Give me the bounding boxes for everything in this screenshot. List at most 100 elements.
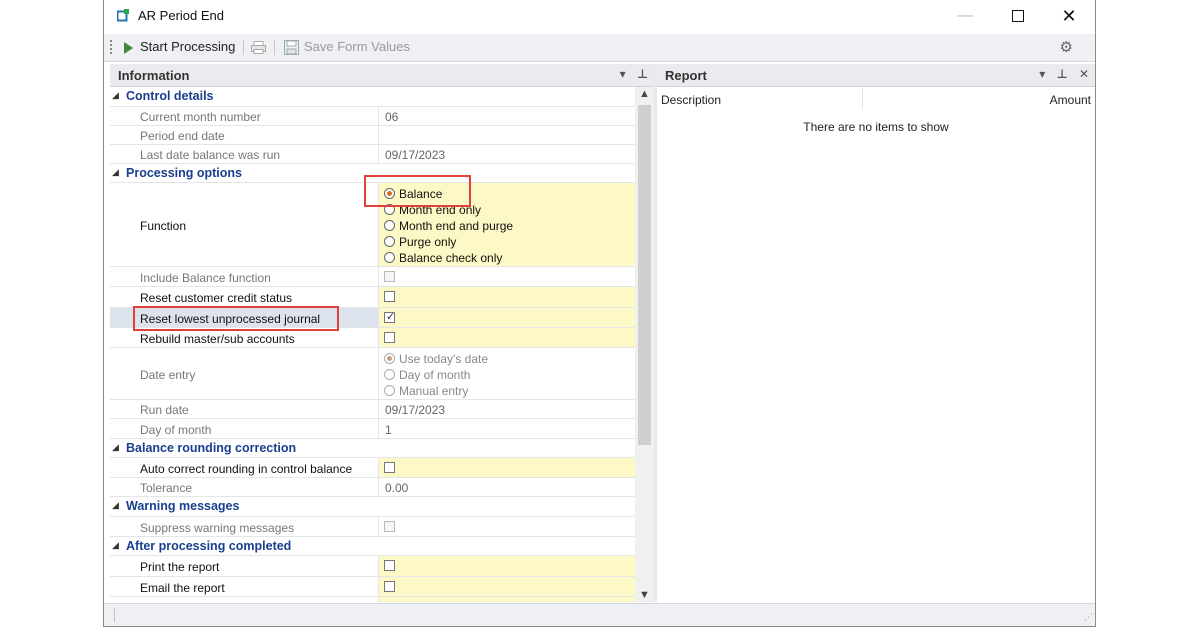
date-entry-radio-group: Use today's date Day of month Manual ent…	[379, 348, 635, 399]
maximize-button[interactable]	[995, 0, 1041, 32]
prop-label: Period end date	[140, 129, 225, 143]
play-icon[interactable]	[124, 42, 133, 54]
window-title: AR Period End	[138, 8, 224, 23]
prop-row[interactable]: Current month number 06	[110, 107, 635, 126]
collapse-icon[interactable]: ◢	[112, 500, 119, 511]
radio-balance-check-only[interactable]: Balance check only	[384, 251, 502, 265]
scroll-up-icon[interactable]: ▲	[639, 88, 650, 100]
category-balance-rounding[interactable]: ◢ Balance rounding correction	[110, 439, 635, 458]
category-after-processing[interactable]: ◢ After processing completed	[110, 537, 635, 556]
prop-label: Print the report	[140, 560, 220, 574]
start-processing-button[interactable]: Start Processing	[140, 39, 235, 54]
information-panel-header: Information ▾ ⊥	[110, 64, 654, 87]
prop-row[interactable]: Rebuild master/sub accounts	[110, 328, 635, 348]
email-report-checkbox[interactable]	[384, 581, 395, 592]
scrollbar-thumb[interactable]	[638, 105, 651, 445]
radio-icon	[384, 369, 395, 380]
app-window: AR Period End — ✕ Start Processing Save …	[103, 0, 1096, 627]
close-button[interactable]: ✕	[1046, 0, 1092, 32]
prop-row[interactable]: Period end date	[110, 126, 635, 145]
radio-purge-only[interactable]: Purge only	[384, 235, 456, 249]
prop-label: Date entry	[140, 368, 196, 382]
category-warning-messages[interactable]: ◢ Warning messages	[110, 497, 635, 517]
prop-row[interactable]: Tolerance 0.00	[110, 478, 635, 497]
radio-icon	[384, 252, 395, 263]
category-label: Warning messages	[126, 499, 240, 513]
prop-label: Function	[140, 219, 187, 233]
report-list: Description Amount There are no items to…	[657, 87, 1095, 602]
resize-grip-icon[interactable]: ⋰	[1084, 612, 1093, 623]
prop-row[interactable]: Day of month 1	[110, 419, 635, 439]
pin-icon[interactable]: ⊥	[637, 67, 648, 81]
checkmark-icon: ✓	[386, 311, 396, 323]
include-balance-checkbox[interactable]	[384, 271, 395, 282]
prop-label: Run date	[140, 403, 189, 417]
status-bar: ⋰	[104, 603, 1095, 626]
radio-icon	[384, 385, 395, 396]
prop-label: Email the report	[140, 581, 225, 595]
panel-dropdown-icon[interactable]: ▾	[1039, 67, 1045, 81]
highlight-box	[133, 306, 339, 331]
prop-value: 09/17/2023	[385, 148, 446, 162]
radio-icon	[384, 236, 395, 247]
prop-label: Suppress warning messages	[140, 521, 295, 535]
printer-icon[interactable]	[251, 41, 266, 54]
prop-label: Rebuild master/sub accounts	[140, 332, 295, 346]
rebuild-master-checkbox[interactable]	[384, 332, 395, 343]
prop-label: Auto correct rounding in control balance	[140, 462, 353, 476]
prop-row[interactable]: Last date balance was run 09/17/2023	[110, 145, 635, 164]
suppress-warnings-checkbox[interactable]	[384, 521, 395, 532]
prop-row-partial[interactable]	[110, 597, 635, 602]
highlight-box	[364, 175, 471, 207]
prop-value: 0.00	[385, 481, 409, 495]
radio-selected-icon	[384, 353, 395, 364]
category-label: Control details	[126, 89, 214, 103]
collapse-icon[interactable]: ◢	[112, 167, 119, 178]
category-control-details[interactable]: ◢ Control details	[110, 87, 635, 107]
radio-month-end-and-purge[interactable]: Month end and purge	[384, 219, 513, 233]
toolbar-separator	[274, 40, 275, 55]
category-label: Balance rounding correction	[126, 441, 297, 455]
report-panel-title: Report	[665, 68, 707, 83]
prop-row[interactable]: Auto correct rounding in control balance	[110, 458, 635, 478]
category-label: After processing completed	[126, 539, 292, 553]
prop-row[interactable]: Reset customer credit status	[110, 287, 635, 308]
collapse-icon[interactable]: ◢	[112, 540, 119, 551]
save-form-values-button[interactable]: Save Form Values	[304, 39, 410, 54]
prop-label: Day of month	[140, 423, 212, 437]
toolbar: Start Processing Save Form Values ⚙	[104, 34, 1095, 62]
collapse-icon[interactable]: ◢	[112, 442, 119, 453]
prop-value: 09/17/2023	[385, 403, 446, 417]
reset-journal-checkbox[interactable]: ✓	[384, 311, 396, 323]
print-report-checkbox[interactable]	[384, 560, 395, 571]
prop-value: 06	[385, 110, 399, 124]
minimize-button[interactable]: —	[942, 0, 988, 32]
prop-row[interactable]: Run date 09/17/2023	[110, 400, 635, 419]
scroll-down-icon[interactable]: ▼	[639, 589, 650, 601]
radio-manual-entry[interactable]: Manual entry	[384, 384, 468, 398]
toolbar-grip[interactable]	[110, 40, 114, 54]
vertical-scrollbar[interactable]: ▲ ▼	[635, 87, 654, 602]
prop-row[interactable]: Email the report	[110, 577, 635, 597]
prop-label: Current month number	[140, 110, 261, 124]
radio-use-todays-date[interactable]: Use today's date	[384, 352, 488, 366]
maximize-icon	[1012, 10, 1024, 22]
auto-correct-checkbox[interactable]	[384, 462, 395, 473]
panel-close-icon[interactable]: ✕	[1079, 67, 1089, 81]
settings-gear-icon[interactable]: ⚙	[1060, 38, 1073, 56]
collapse-icon[interactable]: ◢	[112, 90, 119, 101]
column-header-amount[interactable]: Amount	[1050, 93, 1091, 107]
prop-row[interactable]: Suppress warning messages	[110, 517, 635, 537]
prop-row-date-entry[interactable]: Date entry Use today's date Day of month…	[110, 348, 635, 400]
property-grid: ◢ Control details Current month number 0…	[110, 87, 635, 602]
save-icon[interactable]	[284, 40, 299, 55]
column-divider[interactable]	[862, 87, 863, 109]
panel-dropdown-icon[interactable]: ▾	[620, 67, 626, 81]
pin-icon[interactable]: ⊥	[1057, 67, 1068, 81]
report-panel-header: Report ▾ ⊥ ✕	[657, 64, 1095, 87]
prop-row[interactable]: Print the report	[110, 556, 635, 577]
prop-row[interactable]: Include Balance function	[110, 267, 635, 287]
column-header-description[interactable]: Description	[661, 93, 721, 107]
reset-credit-checkbox[interactable]	[384, 291, 395, 302]
radio-day-of-month[interactable]: Day of month	[384, 368, 470, 382]
